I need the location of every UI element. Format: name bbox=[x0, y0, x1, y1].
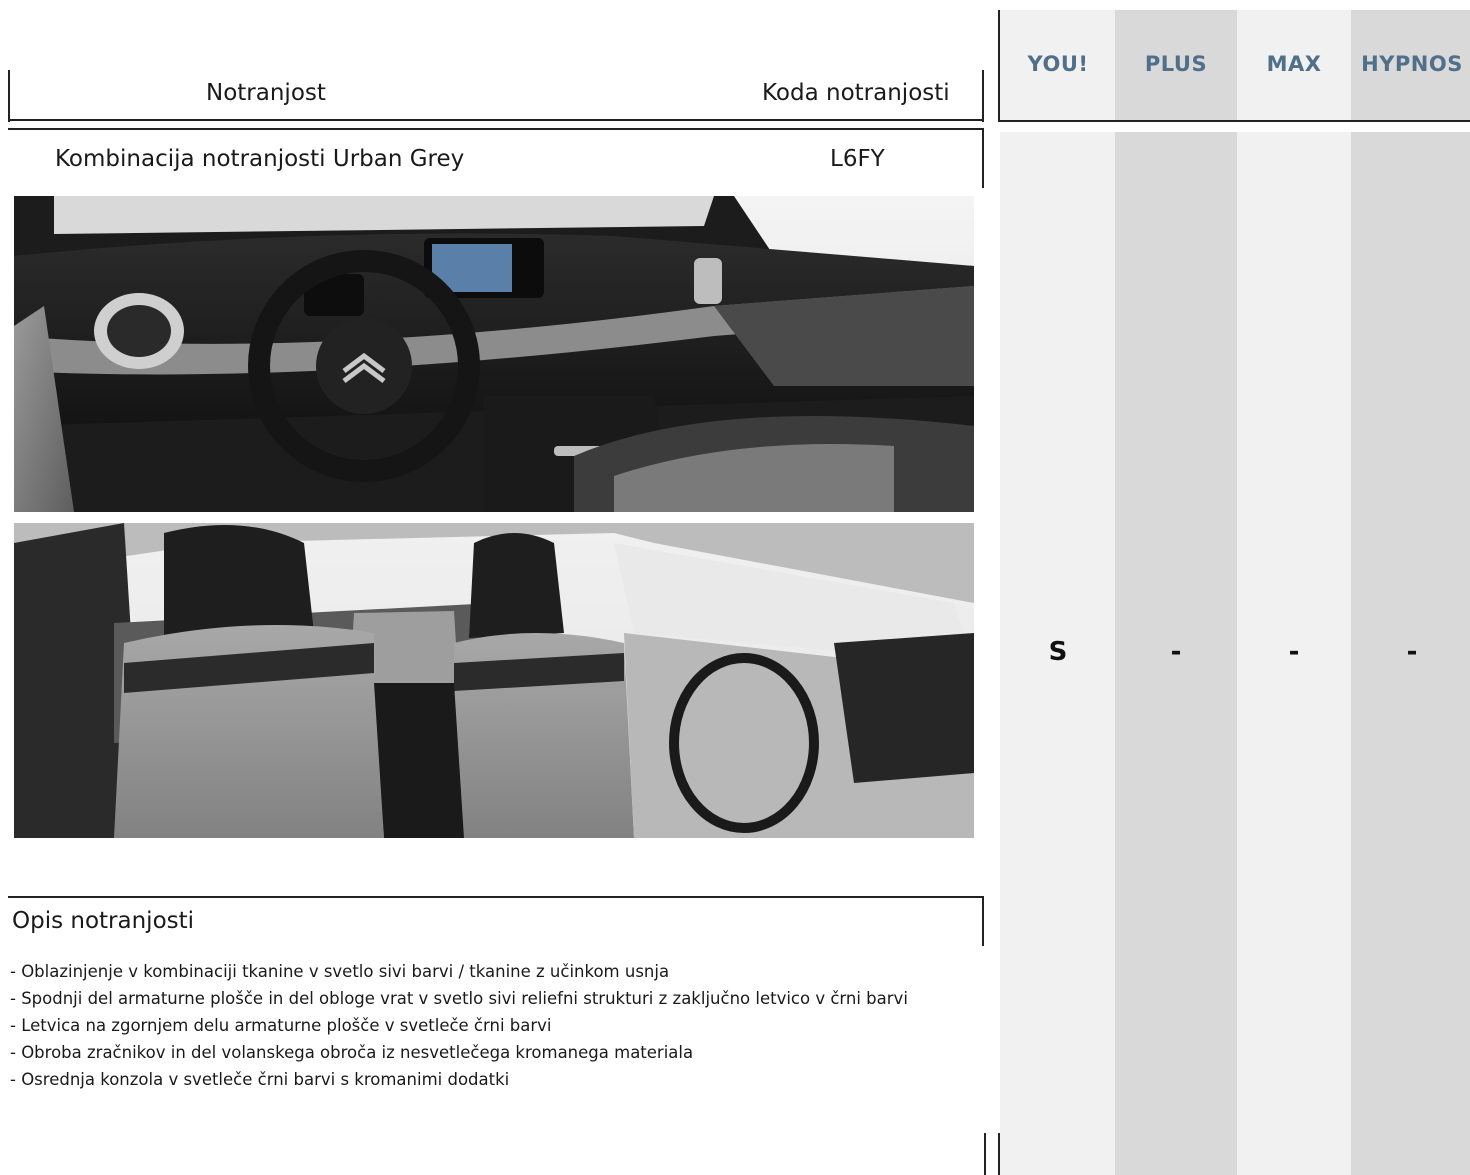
interior-name: Kombinacija notranjosti Urban Grey bbox=[55, 146, 465, 172]
availability-you: S bbox=[1048, 637, 1068, 667]
trim-header-rule bbox=[998, 120, 1470, 122]
row-top-rule bbox=[8, 128, 984, 130]
description-list: - Oblazinjenje v kombinaciji tkanine v s… bbox=[10, 958, 980, 1093]
trim-label-hypnos: HYPNOS bbox=[1361, 52, 1463, 76]
description-right-border bbox=[982, 896, 984, 946]
dashboard-photo bbox=[14, 196, 974, 512]
description-item: - Obroba zračnikov in del volanskega obr… bbox=[10, 1043, 694, 1062]
header-left-border bbox=[8, 70, 10, 122]
row-right-border bbox=[982, 128, 984, 188]
trim-column-plus bbox=[1115, 10, 1237, 1175]
trim-divider-bottom bbox=[998, 1133, 1000, 1175]
description-item: - Osrednja konzola v svetleče črni barvi… bbox=[10, 1070, 510, 1089]
description-item: - Spodnji del armaturne plošče in del ob… bbox=[10, 989, 908, 1008]
seats-photo bbox=[14, 523, 974, 838]
trim-column-max bbox=[1237, 10, 1351, 1175]
availability-plus: - bbox=[1170, 637, 1182, 667]
header-gap bbox=[1000, 122, 1470, 132]
description-item: - Oblazinjenje v kombinaciji tkanine v s… bbox=[10, 962, 670, 981]
description-item: - Letvica na zgornjem delu armaturne plo… bbox=[10, 1016, 552, 1035]
trim-column-you bbox=[1000, 10, 1115, 1175]
trim-label-max: MAX bbox=[1266, 52, 1322, 76]
bottom-border-marks bbox=[984, 1133, 998, 1175]
availability-max: - bbox=[1288, 637, 1300, 667]
header-interior-code: Koda notranjosti bbox=[762, 80, 950, 106]
interior-code: L6FY bbox=[830, 146, 885, 172]
trim-label-plus: PLUS bbox=[1144, 52, 1208, 76]
header-rule bbox=[8, 119, 984, 121]
trim-column-hypnos bbox=[1351, 10, 1470, 1175]
trim-divider-top bbox=[998, 10, 1000, 122]
header-right-border bbox=[982, 70, 984, 122]
description-title: Opis notranjosti bbox=[12, 908, 195, 934]
header-interior: Notranjost bbox=[206, 80, 326, 106]
availability-hypnos: - bbox=[1406, 637, 1418, 667]
trim-label-you: YOU! bbox=[1027, 52, 1089, 76]
description-rule bbox=[8, 896, 984, 898]
